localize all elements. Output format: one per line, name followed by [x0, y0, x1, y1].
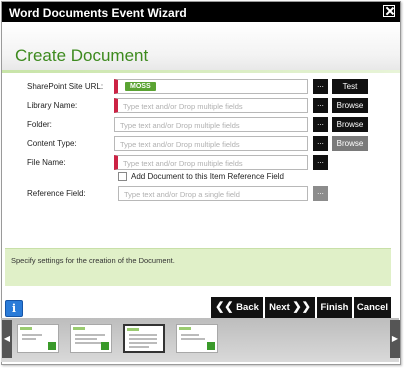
header-divider [2, 70, 400, 73]
library-browse-button[interactable]: Browse [332, 98, 368, 113]
step-thumbnail-3-selected[interactable] [123, 324, 165, 353]
scroll-right-icon[interactable]: ▶ [390, 320, 400, 358]
thumb-logo [48, 342, 56, 350]
page-header: Create Document [2, 22, 400, 70]
content-type-field[interactable]: Type text and/or Drop multiple fields [114, 136, 308, 151]
close-icon[interactable] [383, 5, 395, 17]
folder-label: Folder: [27, 120, 52, 129]
reference-field-placeholder: Type text and/or Drop a single field [124, 190, 240, 199]
thumb-line [75, 334, 105, 336]
thumb-header [73, 327, 85, 330]
folder-browse-button[interactable]: Browse [332, 117, 368, 132]
folder-placeholder: Type text and/or Drop multiple fields [120, 121, 240, 130]
thumb-line [129, 346, 149, 348]
step-thumbnail-2[interactable] [70, 324, 112, 353]
site-url-field[interactable]: MOSS [114, 79, 308, 94]
thumb-line [22, 338, 36, 340]
test-button[interactable]: Test [332, 79, 368, 94]
content-type-label: Content Type: [27, 139, 77, 148]
content-type-dots-button[interactable]: ... [313, 136, 328, 151]
page-title: Create Document [15, 46, 149, 65]
thumb-line [181, 334, 199, 336]
thumb-line [181, 338, 205, 340]
status-text: Specify settings for the creation of the… [11, 256, 175, 265]
content-type-browse-button[interactable]: Browse [332, 136, 368, 151]
double-chevron-left-icon: ❮❮ [215, 301, 234, 313]
file-name-label: File Name: [27, 158, 66, 167]
library-name-placeholder: Type text and/or Drop multiple fields [123, 102, 243, 111]
thumb-logo [101, 342, 109, 350]
step-thumbnail-4[interactable] [176, 324, 218, 353]
site-url-tag: MOSS [125, 82, 156, 91]
finish-button[interactable]: Finish [317, 297, 352, 318]
library-name-label: Library Name: [27, 101, 78, 110]
step-thumbnail-1[interactable] [17, 324, 59, 353]
reference-dots-button[interactable]: ... [313, 186, 328, 201]
reference-field-label: Reference Field: [27, 189, 86, 198]
content-type-placeholder: Type text and/or Drop multiple fields [120, 140, 240, 149]
double-chevron-right-icon: ❯❯ [292, 301, 311, 313]
file-name-field[interactable]: Type text and/or Drop multiple fields [114, 155, 308, 170]
next-button[interactable]: Next ❯❯ [265, 297, 315, 318]
thumb-line [22, 334, 42, 336]
back-label: Back [236, 302, 259, 313]
folder-field[interactable]: Type text and/or Drop multiple fields [114, 117, 308, 132]
scroll-left-icon[interactable]: ◀ [2, 320, 12, 358]
add-reference-label: Add Document to this Item Reference Fiel… [131, 172, 284, 181]
cancel-button[interactable]: Cancel [354, 297, 391, 318]
thumb-header [179, 327, 191, 330]
thumb-header [127, 328, 139, 331]
thumb-line [129, 342, 157, 344]
site-url-label: SharePoint Site URL: [27, 82, 104, 91]
thumb-line [129, 338, 157, 340]
add-reference-checkbox[interactable] [118, 172, 127, 181]
title-bar: Word Documents Event Wizard [2, 2, 400, 22]
back-button[interactable]: ❮❮ Back [211, 297, 263, 318]
site-url-dots-button[interactable]: ... [313, 79, 328, 94]
thumb-header [20, 327, 32, 330]
thumb-line [75, 338, 97, 340]
file-name-placeholder: Type text and/or Drop multiple fields [123, 159, 243, 168]
status-panel: Specify settings for the creation of the… [5, 248, 391, 286]
next-label: Next [269, 302, 290, 313]
window-title: Word Documents Event Wizard [9, 6, 187, 20]
reference-field-input[interactable]: Type text and/or Drop a single field [118, 186, 308, 201]
file-name-dots-button[interactable]: ... [313, 155, 328, 170]
thumb-line [129, 334, 157, 336]
wizard-window: Word Documents Event Wizard Create Docum… [1, 1, 401, 365]
thumb-logo [207, 342, 215, 350]
folder-dots-button[interactable]: ... [313, 117, 328, 132]
library-dots-button[interactable]: ... [313, 98, 328, 113]
library-name-field[interactable]: Type text and/or Drop multiple fields [114, 98, 308, 113]
thumb-line [75, 342, 101, 344]
info-icon[interactable]: i [5, 300, 23, 317]
